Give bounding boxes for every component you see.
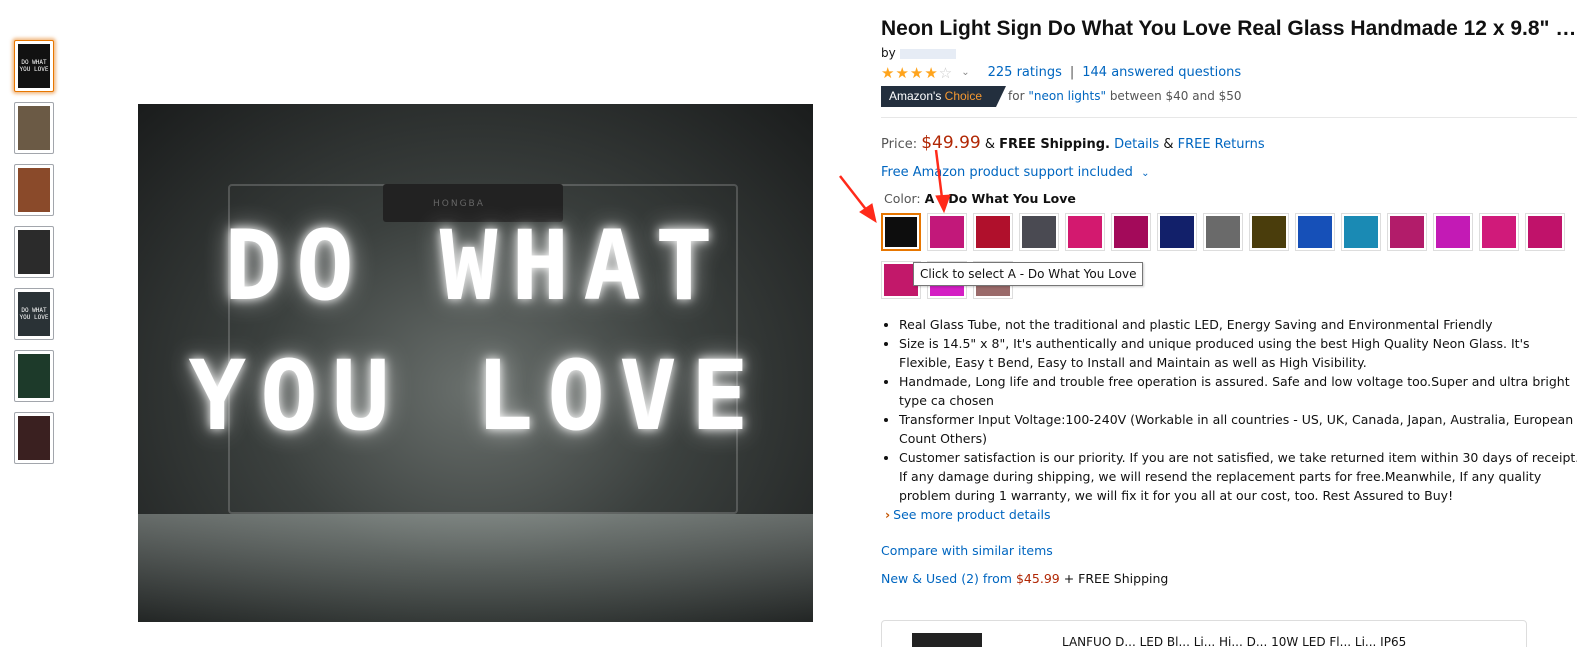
arrow-1 xyxy=(839,175,877,224)
arrow-2 xyxy=(934,149,951,214)
annotation-arrows xyxy=(839,149,951,224)
